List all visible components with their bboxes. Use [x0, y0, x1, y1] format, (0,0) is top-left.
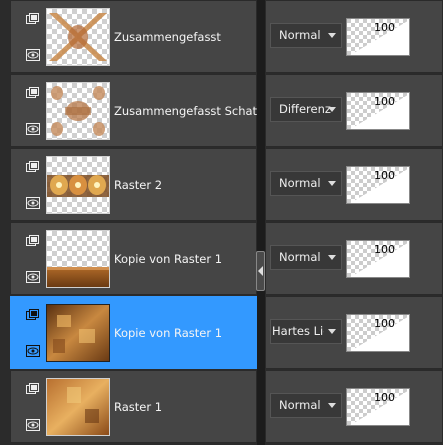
opacity-field[interactable]: 100 [346, 314, 410, 352]
eye-icon[interactable] [26, 419, 40, 431]
eye-icon[interactable] [26, 271, 40, 283]
layer-properties-cell: Normal 100 [265, 222, 443, 295]
blend-mode-dropdown[interactable]: Normal [270, 23, 342, 48]
layer-row[interactable]: Raster 1 Normal 100 [0, 370, 443, 443]
eye-icon[interactable] [26, 345, 40, 357]
layer-mask-icon[interactable] [26, 161, 40, 173]
layer-name[interactable]: Kopie von Raster 1 [114, 223, 222, 296]
layer-name[interactable]: Raster 2 [114, 149, 162, 222]
chevron-down-icon [328, 181, 336, 186]
layer-info-cell[interactable]: Zusammengefasst Schatten 1 [10, 74, 287, 147]
blend-mode-dropdown[interactable]: Normal [270, 393, 342, 418]
layer-row[interactable]: Kopie von Raster 1 Normal 100 [0, 222, 443, 295]
layer-name[interactable]: Zusammengefasst [114, 1, 221, 74]
opacity-field[interactable]: 100 [346, 18, 410, 56]
eye-icon[interactable] [26, 123, 40, 135]
blend-mode-dropdown[interactable]: Hartes Licht [270, 319, 342, 344]
blend-mode-value: Hartes Licht [272, 324, 324, 338]
chevron-down-icon [328, 403, 336, 408]
layer-thumbnail [46, 230, 110, 288]
eye-icon[interactable] [26, 49, 40, 61]
opacity-value: 100 [374, 391, 395, 404]
opacity-value: 100 [374, 21, 395, 34]
opacity-field[interactable]: 100 [346, 240, 410, 278]
layer-info-cell[interactable]: Raster 1 [10, 370, 257, 443]
layer-properties-cell: Normal 100 [265, 0, 443, 73]
layer-name[interactable]: Kopie von Raster 1 [114, 297, 222, 370]
blend-mode-dropdown[interactable]: Normal [270, 245, 342, 270]
eye-icon[interactable] [26, 197, 40, 209]
layer-thumbnail [46, 82, 110, 140]
blend-mode-value: Normal [279, 176, 321, 190]
layers-panel: Zusammengefasst Normal 100 Zusammengefas… [0, 0, 443, 445]
blend-mode-value: Differenz [279, 102, 331, 116]
layer-mask-icon[interactable] [26, 383, 40, 395]
chevron-down-icon [328, 107, 336, 112]
layer-properties-cell: Normal 100 [265, 370, 443, 443]
layer-thumbnail [46, 378, 110, 436]
opacity-field[interactable]: 100 [346, 388, 410, 426]
layer-info-cell[interactable]: Raster 2 [10, 148, 257, 221]
opacity-field[interactable]: 100 [346, 166, 410, 204]
layer-properties-cell: Normal 100 [265, 148, 443, 221]
opacity-value: 100 [374, 243, 395, 256]
layer-thumbnail [46, 156, 110, 214]
collapse-handle[interactable] [256, 251, 265, 291]
layer-row[interactable]: Zusammengefasst Normal 100 [0, 0, 443, 73]
blend-mode-value: Normal [279, 28, 321, 42]
layer-info-cell[interactable]: Kopie von Raster 1 [10, 296, 257, 369]
opacity-field[interactable]: 100 [346, 92, 410, 130]
chevron-down-icon [328, 255, 336, 260]
layer-mask-icon[interactable] [26, 87, 40, 99]
opacity-value: 100 [374, 95, 395, 108]
layer-row-selected[interactable]: Kopie von Raster 1 Hartes Licht 100 [0, 296, 443, 369]
layer-info-cell[interactable]: Zusammengefasst [10, 0, 257, 73]
blend-mode-dropdown[interactable]: Normal [270, 171, 342, 196]
blend-mode-value: Normal [279, 398, 321, 412]
blend-mode-value: Normal [279, 250, 321, 264]
layer-mask-icon[interactable] [26, 235, 40, 247]
chevron-down-icon [328, 329, 336, 334]
layer-info-cell[interactable]: Kopie von Raster 1 [10, 222, 257, 295]
layer-row[interactable]: Zusammengefasst Schatten 1 Differenz 100 [0, 74, 443, 147]
layer-properties-cell: Differenz 100 [265, 74, 443, 147]
panel-divider[interactable] [257, 0, 265, 445]
layer-row[interactable]: Raster 2 Normal 100 [0, 148, 443, 221]
blend-mode-dropdown[interactable]: Differenz [270, 97, 342, 122]
chevron-down-icon [328, 33, 336, 38]
opacity-value: 100 [374, 169, 395, 182]
opacity-value: 100 [374, 317, 395, 330]
collapse-arrow-icon [258, 266, 263, 276]
layer-name[interactable]: Raster 1 [114, 371, 162, 444]
layer-mask-icon[interactable] [26, 13, 40, 25]
layer-properties-cell: Hartes Licht 100 [265, 296, 443, 369]
layer-thumbnail [46, 8, 110, 66]
layer-thumbnail [46, 304, 110, 362]
layer-mask-icon[interactable] [26, 309, 40, 321]
